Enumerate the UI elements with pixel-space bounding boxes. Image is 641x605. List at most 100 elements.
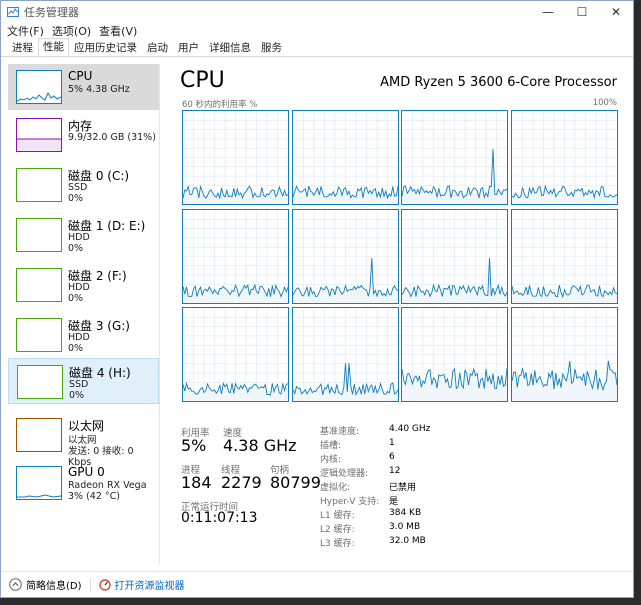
- uptime-value: 0:11:07:13: [181, 510, 258, 526]
- sidebar-item-cpu[interactable]: CPU 5% 4.38 GHz: [8, 64, 159, 110]
- logical-processor-graphs[interactable]: [182, 110, 618, 402]
- menu-file[interactable]: 文件(F): [7, 23, 44, 39]
- speed-value: 4.38 GHz: [223, 436, 297, 455]
- title-bar[interactable]: 任务管理器 — ☐ ✕: [1, 1, 633, 23]
- processes-value: 184: [181, 473, 212, 492]
- sidebar-item-title: GPU 0: [68, 465, 105, 479]
- sidebar-thumbnail-graph: [17, 365, 63, 399]
- threads-value: 2279: [221, 473, 262, 492]
- spec-value: 1: [389, 438, 395, 448]
- logical-processor-graph: [182, 110, 289, 205]
- sidebar-sparkline: [17, 138, 61, 151]
- sidebar-thumbnail-graph: [16, 168, 62, 202]
- cpu-usage-trace: [292, 308, 398, 401]
- spec-label: L1 缓存:: [320, 511, 355, 521]
- cpu-usage-trace: [292, 111, 398, 204]
- spec-label: 基准速度:: [320, 427, 360, 437]
- spec-label: 逻辑处理器:: [320, 469, 369, 479]
- cpu-usage-trace: [182, 209, 289, 303]
- tab-app-history[interactable]: 应用历史记录: [69, 39, 142, 56]
- spec-label: 虚拟化:: [320, 483, 351, 493]
- tab-startup[interactable]: 启动: [142, 39, 173, 56]
- spec-value: 32.0 MB: [389, 536, 426, 546]
- cpu-usage-trace: [182, 308, 289, 401]
- task-manager-icon: [7, 7, 19, 17]
- sidebar-item-detail: 3% (42 °C): [68, 491, 120, 502]
- sidebar-item-disk-1[interactable]: 磁盘 1 (D: E:) HDD 0%: [8, 212, 159, 258]
- sidebar-item-detail: 0%: [68, 293, 84, 304]
- sidebar-item-disk-0[interactable]: 磁盘 0 (C:) SSD 0%: [8, 162, 159, 208]
- sidebar-item-gpu-0[interactable]: GPU 0 Radeon RX Vega 3% (42 °C): [8, 460, 159, 506]
- graph-max-label: 100%: [592, 98, 617, 108]
- spec-value: 已禁用: [389, 483, 417, 493]
- performance-sidebar: CPU 5% 4.38 GHz 内存 9.9/32.0 GB (31%) 磁盘 0 (C…: [8, 64, 160, 564]
- spec-value: 384 KB: [389, 508, 422, 518]
- graph-caption: 60 秒内的利用率 %: [182, 100, 258, 110]
- sidebar-thumbnail-graph: [16, 118, 62, 152]
- tab-services[interactable]: 服务: [256, 39, 287, 56]
- window-title: 任务管理器: [24, 6, 79, 19]
- logical-processor-graph: [510, 110, 618, 205]
- cpu-usage-trace: [401, 209, 508, 303]
- close-button[interactable]: ✕: [599, 1, 633, 23]
- logical-processor-graph: [510, 307, 618, 402]
- sidebar-item-detail: SSD: [68, 182, 88, 193]
- cpu-usage-trace: [401, 111, 508, 204]
- sidebar-sparkline: [16, 91, 62, 102]
- sidebar-item-detail: 0%: [68, 243, 84, 254]
- page-title: CPU: [180, 68, 225, 93]
- sidebar-item-ethernet[interactable]: 以太网 以太网 发送: 0 接收: 0 Kbps: [8, 412, 159, 468]
- brief-info-label: 简略信息(D): [26, 581, 82, 592]
- cpu-usage-trace: [292, 209, 398, 303]
- utilization-value: 5%: [181, 436, 207, 455]
- tab-processes[interactable]: 进程: [7, 39, 38, 56]
- logical-processor-graph: [401, 307, 508, 402]
- sidebar-thumbnail-graph: [16, 70, 62, 104]
- minimize-button[interactable]: —: [531, 1, 565, 23]
- sidebar-item-detail: 0%: [68, 193, 84, 204]
- menu-view[interactable]: 查看(V): [99, 23, 137, 39]
- sidebar-thumbnail-graph: [16, 418, 62, 452]
- sidebar-item-detail: HDD: [68, 332, 90, 343]
- tab-performance[interactable]: 性能: [38, 38, 69, 56]
- sidebar-item-disk-3[interactable]: 磁盘 3 (G:) HDD 0%: [8, 312, 159, 358]
- spec-value: 12: [389, 466, 401, 476]
- spec-value: 3.0 MB: [389, 522, 421, 532]
- maximize-button[interactable]: ☐: [565, 1, 599, 23]
- sidebar-item-detail: HDD: [68, 282, 90, 293]
- spec-label: L2 缓存:: [320, 525, 355, 535]
- open-resource-monitor-link[interactable]: 打开资源监视器: [98, 577, 185, 592]
- menu-bar: 文件(F) 选项(O) 查看(V): [1, 23, 633, 39]
- cpu-panel: CPU AMD Ryzen 5 3600 6-Core Processor 60…: [162, 64, 634, 564]
- tab-users[interactable]: 用户: [173, 39, 204, 56]
- logical-processor-graph: [182, 307, 289, 402]
- logical-processor-graph: [401, 208, 508, 304]
- cpu-usage-trace: [511, 209, 617, 303]
- logical-processor-graph: [291, 208, 399, 304]
- logical-processor-graph: [291, 110, 399, 205]
- sidebar-thumbnail-graph: [16, 466, 62, 500]
- desktop-background-bottom: [0, 598, 641, 605]
- tab-bar: 进程 性能 应用历史记录 启动 用户 详细信息 服务: [1, 38, 633, 57]
- sidebar-item-detail: 9.9/32.0 GB (31%): [68, 132, 156, 143]
- resource-monitor-icon: [98, 578, 111, 591]
- logical-processor-graph: [510, 208, 618, 304]
- sidebar-thumbnail-graph: [16, 268, 62, 302]
- spec-value: 4.40 GHz: [389, 424, 431, 434]
- sidebar-item-detail: SSD: [69, 379, 89, 390]
- chevron-up-circle-icon: [9, 578, 22, 591]
- sidebar-item-detail: 0%: [69, 390, 85, 401]
- cpu-usage-trace: [401, 308, 508, 401]
- brief-info-button[interactable]: 简略信息(D): [9, 577, 82, 592]
- tab-details[interactable]: 详细信息: [204, 39, 256, 56]
- desktop-background-right: [634, 0, 641, 605]
- sidebar-item-memory[interactable]: 内存 9.9/32.0 GB (31%): [8, 112, 159, 158]
- sidebar-item-disk-2[interactable]: 磁盘 2 (F:) HDD 0%: [8, 262, 159, 308]
- spec-label: 插槽:: [320, 441, 342, 451]
- spec-value: 是: [389, 497, 399, 507]
- menu-options[interactable]: 选项(O): [52, 23, 91, 39]
- spec-label: Hyper-V 支持:: [320, 497, 380, 507]
- sidebar-item-disk-4[interactable]: 磁盘 4 (H:) SSD 0%: [8, 358, 159, 404]
- cpu-model-name: AMD Ryzen 5 3600 6-Core Processor: [380, 75, 617, 90]
- sidebar-item-detail: Radeon RX Vega: [68, 480, 147, 491]
